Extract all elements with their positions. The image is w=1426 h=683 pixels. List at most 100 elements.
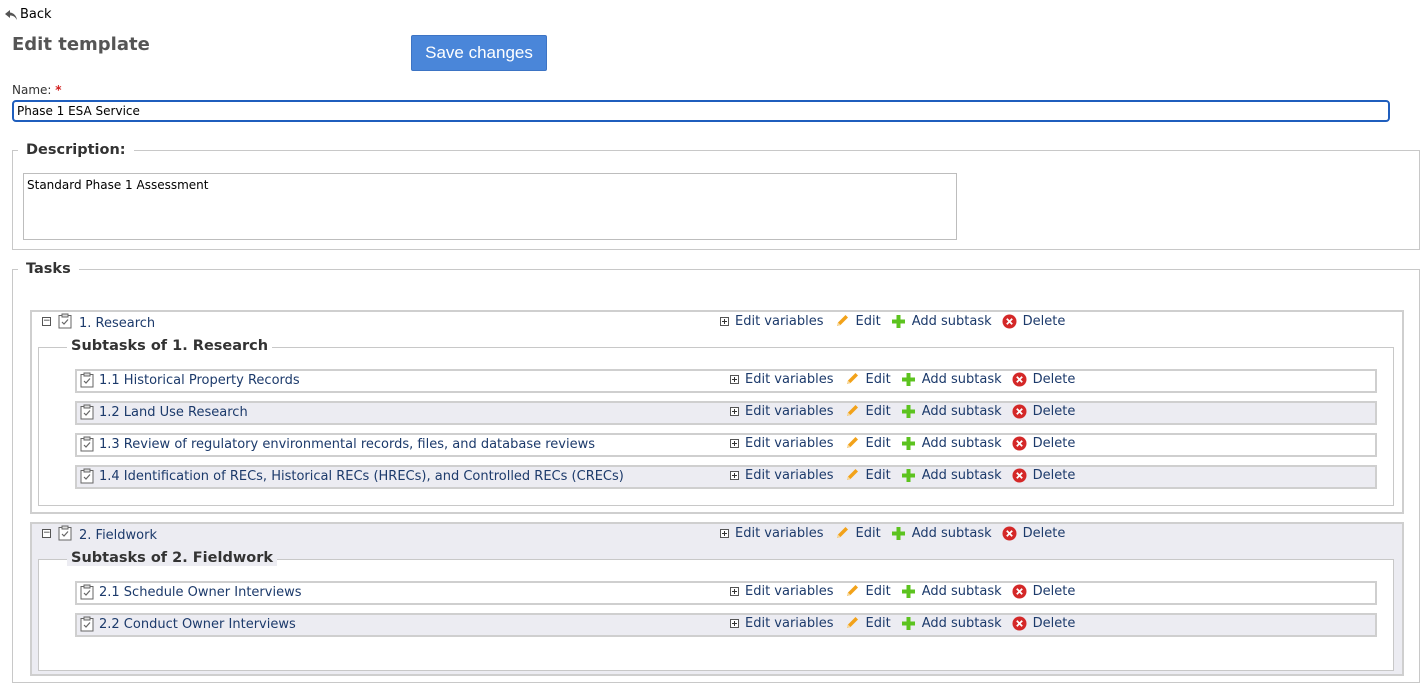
task-actions: Edit variables Edit Add subtask Delete: [720, 525, 1065, 541]
edit-variables-label: Edit variables: [745, 583, 834, 599]
edit-label: Edit: [855, 525, 881, 541]
delete-x-icon: [1012, 404, 1027, 418]
tasks-fieldset: Tasks − 1. Research Edit variables Edit: [12, 261, 1420, 683]
add-subtask-button[interactable]: Add subtask: [901, 404, 1002, 419]
add-subtask-label: Add subtask: [911, 525, 992, 541]
edit-button[interactable]: Edit: [844, 615, 891, 631]
plus-icon: [891, 314, 905, 328]
edit-label: Edit: [865, 371, 891, 387]
delete-x-icon: [1002, 314, 1017, 328]
subtask-row: 1.3 Review of regulatory environmental r…: [75, 433, 1377, 457]
clipboard-icon: [58, 313, 72, 329]
task-header: − 1. Research Edit variables Edit Add su…: [32, 312, 1402, 336]
clipboard-icon: [80, 468, 94, 484]
add-subtask-button[interactable]: Add subtask: [901, 436, 1002, 451]
edit-variables-button[interactable]: Edit variables: [720, 526, 824, 541]
expand-plus-icon: [720, 316, 729, 326]
description-textarea[interactable]: [23, 173, 957, 240]
subtasks-fieldset: Subtasks of 1. Research 1.1 Historical P…: [38, 338, 1394, 506]
subtask-title[interactable]: 1.4 Identification of RECs, Historical R…: [99, 469, 624, 484]
delete-x-icon: [1012, 616, 1027, 630]
subtask-title[interactable]: 2.2 Conduct Owner Interviews: [99, 617, 296, 632]
add-subtask-label: Add subtask: [921, 467, 1002, 483]
delete-button[interactable]: Delete: [1002, 314, 1065, 329]
subtask-row: 1.2 Land Use Research Edit variables Edi…: [75, 401, 1377, 425]
subtask-row: 2.1 Schedule Owner Interviews Edit varia…: [75, 581, 1377, 605]
add-subtask-button[interactable]: Add subtask: [901, 584, 1002, 599]
delete-label: Delete: [1032, 403, 1076, 419]
collapse-toggle-icon[interactable]: −: [42, 529, 51, 538]
add-subtask-label: Add subtask: [921, 583, 1002, 599]
add-subtask-button[interactable]: Add subtask: [901, 616, 1002, 631]
add-subtask-label: Add subtask: [921, 371, 1002, 387]
clipboard-icon: [58, 525, 72, 541]
delete-label: Delete: [1022, 525, 1066, 541]
back-label: Back: [20, 7, 52, 22]
edit-variables-button[interactable]: Edit variables: [730, 468, 834, 483]
pencil-icon: [846, 585, 858, 596]
add-subtask-button[interactable]: Add subtask: [901, 372, 1002, 387]
collapse-toggle-icon[interactable]: −: [42, 317, 51, 326]
delete-button[interactable]: Delete: [1012, 436, 1075, 451]
save-changes-label: Save changes: [425, 43, 533, 62]
edit-variables-button[interactable]: Edit variables: [730, 436, 834, 451]
edit-button[interactable]: Edit: [844, 435, 891, 451]
required-marker: *: [55, 83, 62, 97]
tasks-legend: Tasks: [26, 261, 71, 277]
subtask-title[interactable]: 1.2 Land Use Research: [99, 405, 248, 420]
delete-button[interactable]: Delete: [1002, 525, 1066, 541]
plus-icon: [901, 616, 915, 630]
edit-label: Edit: [865, 435, 891, 451]
name-input[interactable]: [12, 100, 1390, 122]
edit-button[interactable]: Edit: [834, 313, 881, 329]
add-subtask-button[interactable]: Add subtask: [891, 526, 992, 541]
plus-icon: [891, 526, 905, 540]
edit-label: Edit: [865, 403, 891, 419]
delete-button[interactable]: Delete: [1012, 403, 1076, 419]
clipboard-icon: [80, 404, 94, 420]
plus-icon: [901, 372, 915, 386]
edit-button[interactable]: Edit: [844, 403, 891, 419]
task-header: − 2. Fieldwork Edit variables Edit Add s…: [32, 524, 1402, 548]
edit-variables-label: Edit variables: [745, 371, 834, 387]
task-title[interactable]: 2. Fieldwork: [79, 528, 157, 543]
edit-variables-button[interactable]: Edit variables: [730, 372, 834, 387]
back-link[interactable]: Back: [4, 7, 52, 22]
edit-variables-button[interactable]: Edit variables: [730, 584, 834, 599]
edit-variables-label: Edit variables: [745, 403, 834, 419]
subtasks-legend: Subtasks of 2. Fieldwork: [67, 550, 277, 566]
subtask-title[interactable]: 1.3 Review of regulatory environmental r…: [99, 437, 595, 452]
subtask-title[interactable]: 1.1 Historical Property Records: [99, 373, 300, 388]
edit-variables-button[interactable]: Edit variables: [730, 616, 834, 631]
edit-variables-label: Edit variables: [745, 467, 834, 483]
add-subtask-button[interactable]: Add subtask: [901, 468, 1002, 483]
save-changes-button[interactable]: Save changes: [411, 35, 547, 71]
delete-x-icon: [1002, 526, 1017, 540]
delete-x-icon: [1012, 584, 1027, 598]
subtask-actions: Edit variables Edit Add subtask Delete: [730, 435, 1075, 451]
subtasks-legend: Subtasks of 1. Research: [67, 338, 273, 354]
edit-label: Edit: [865, 467, 891, 483]
edit-variables-button[interactable]: Edit variables: [720, 314, 824, 329]
subtask-title[interactable]: 2.1 Schedule Owner Interviews: [99, 585, 301, 600]
subtask-actions: Edit variables Edit Add subtask Delete: [730, 583, 1075, 599]
delete-button[interactable]: Delete: [1012, 372, 1075, 387]
edit-button[interactable]: Edit: [844, 583, 891, 599]
add-subtask-button[interactable]: Add subtask: [891, 314, 992, 329]
clipboard-icon: [80, 372, 94, 388]
delete-button[interactable]: Delete: [1012, 584, 1075, 599]
clipboard-icon: [80, 616, 94, 632]
edit-variables-label: Edit variables: [735, 313, 824, 329]
edit-button[interactable]: Edit: [844, 467, 891, 483]
edit-button[interactable]: Edit: [834, 525, 881, 541]
task-title[interactable]: 1. Research: [79, 316, 155, 331]
name-label: Name: *: [12, 83, 62, 97]
subtask-row: 1.1 Historical Property Records Edit var…: [75, 369, 1377, 393]
subtask-actions: Edit variables Edit Add subtask Delete: [730, 467, 1075, 483]
delete-button[interactable]: Delete: [1012, 616, 1075, 631]
edit-label: Edit: [865, 615, 891, 631]
delete-button[interactable]: Delete: [1012, 468, 1075, 483]
subtask-row: 2.2 Conduct Owner Interviews Edit variab…: [75, 613, 1377, 637]
edit-button[interactable]: Edit: [844, 371, 891, 387]
edit-variables-button[interactable]: Edit variables: [730, 404, 834, 419]
